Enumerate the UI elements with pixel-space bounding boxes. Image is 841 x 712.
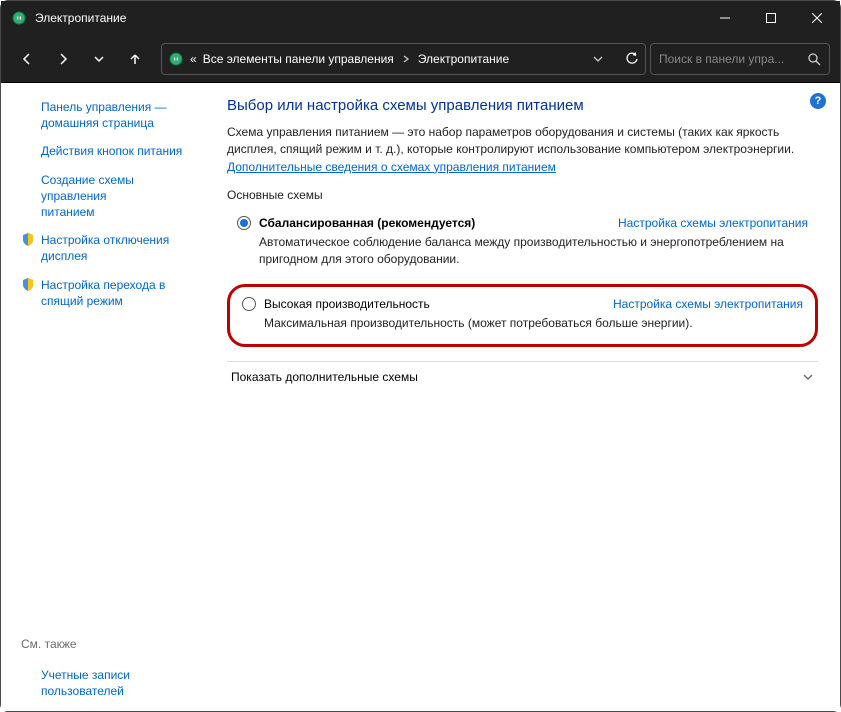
plan-name[interactable]: Высокая производительность: [264, 297, 430, 311]
sidebar-label: домашняя страница: [41, 116, 154, 130]
plan-balanced-radio[interactable]: [237, 216, 251, 230]
chevron-right-icon: [400, 55, 412, 63]
sidebar-label: Настройка перехода в: [41, 278, 165, 292]
plans-section-label: Основные схемы: [227, 188, 818, 202]
search-input[interactable]: [659, 52, 799, 66]
sidebar-label: питанием: [41, 205, 95, 219]
desc-text: Схема управления питанием — это набор па…: [227, 125, 794, 156]
sidebar-label: Учетные записи: [41, 668, 130, 682]
sidebar-item-user-accounts[interactable]: Учетные записи пользователей: [21, 667, 199, 699]
show-more-plans[interactable]: Показать дополнительные схемы: [227, 361, 818, 392]
plan-description: Максимальная производительность (может п…: [264, 315, 803, 332]
sidebar-label: спящий режим: [41, 294, 123, 308]
plan-high-performance: Высокая производительность Настройка схе…: [227, 284, 818, 347]
close-button[interactable]: [794, 1, 840, 35]
page-description: Схема управления питанием — это набор па…: [227, 124, 818, 176]
help-icon[interactable]: ?: [810, 93, 826, 109]
power-app-icon: [168, 51, 184, 67]
forward-button[interactable]: [47, 43, 79, 75]
search-icon[interactable]: [807, 52, 821, 66]
breadcrumb-prefix: «: [190, 52, 197, 66]
breadcrumb-part[interactable]: Все элементы панели управления: [203, 52, 394, 66]
plan-balanced: Сбалансированная (рекомендуется) Настрой…: [227, 208, 818, 278]
plan-description: Автоматическое соблюдение баланса между …: [259, 234, 808, 268]
breadcrumb-part[interactable]: Электропитание: [418, 52, 509, 66]
sidebar-item-create-plan[interactable]: Создание схемы управления питанием: [21, 172, 199, 221]
address-bar[interactable]: « Все элементы панели управления Электро…: [161, 43, 646, 75]
back-button[interactable]: [11, 43, 43, 75]
sidebar-label: Панель управления —: [41, 100, 167, 114]
page-title: Выбор или настройка схемы управления пит…: [227, 97, 818, 114]
minimize-button[interactable]: [702, 1, 748, 35]
up-button[interactable]: [119, 43, 151, 75]
maximize-button[interactable]: [748, 1, 794, 35]
sidebar-item-power-buttons[interactable]: Действия кнопок питания: [21, 143, 199, 159]
sidebar-label: пользователей: [41, 684, 124, 698]
sidebar-home[interactable]: Панель управления — домашняя страница: [21, 99, 199, 131]
sidebar-label: Создание схемы управления: [41, 173, 134, 203]
recent-dropdown[interactable]: [83, 43, 115, 75]
sidebar-label: Действия кнопок питания: [41, 143, 182, 159]
shield-icon: [21, 277, 35, 292]
expander-label: Показать дополнительные схемы: [231, 370, 418, 384]
chevron-down-icon: [802, 371, 814, 383]
refresh-button[interactable]: [625, 52, 639, 66]
see-also-label: См. также: [21, 607, 199, 651]
sidebar: Панель управления — домашняя страница Дей…: [1, 83, 211, 711]
search-box[interactable]: [650, 43, 830, 75]
main-pane: ? Выбор или настройка схемы управления п…: [211, 83, 840, 711]
plan-settings-link[interactable]: Настройка схемы электропитания: [618, 216, 808, 230]
chevron-down-icon[interactable]: [593, 54, 603, 64]
window-title: Электропитание: [35, 11, 702, 25]
sidebar-item-sleep[interactable]: Настройка перехода в спящий режим: [21, 277, 199, 309]
plan-high-performance-radio[interactable]: [242, 297, 256, 311]
titlebar: Электропитание: [1, 1, 840, 35]
shield-icon: [21, 232, 35, 247]
sidebar-label: дисплея: [41, 249, 87, 263]
plan-name[interactable]: Сбалансированная (рекомендуется): [259, 216, 475, 230]
sidebar-label: Настройка отключения: [41, 233, 169, 247]
learn-more-link[interactable]: Дополнительные сведения о схемах управле…: [227, 160, 556, 174]
plan-settings-link[interactable]: Настройка схемы электропитания: [613, 297, 803, 311]
content-area: Панель управления — домашняя страница Дей…: [1, 83, 840, 711]
navigation-bar: « Все элементы панели управления Электро…: [1, 35, 840, 83]
sidebar-item-display-off[interactable]: Настройка отключения дисплея: [21, 232, 199, 264]
power-app-icon: [11, 10, 27, 26]
